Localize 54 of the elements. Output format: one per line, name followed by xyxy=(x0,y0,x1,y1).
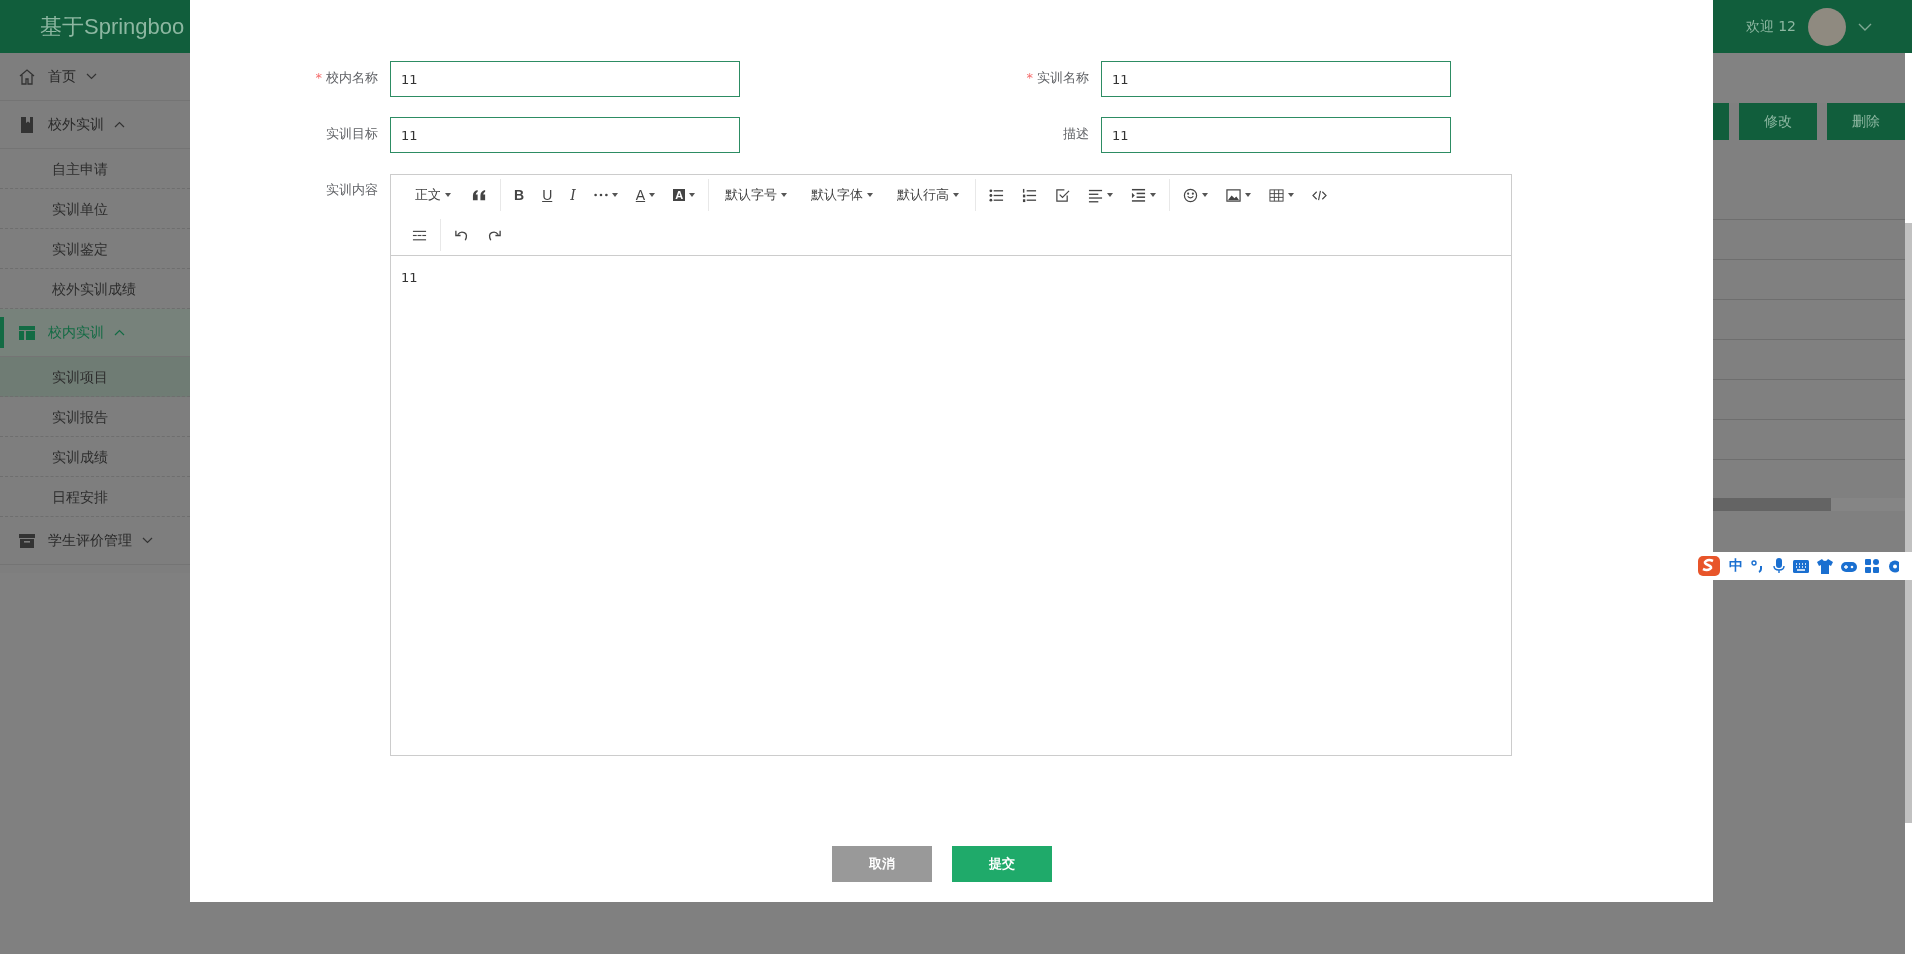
align-left-icon xyxy=(1088,187,1104,203)
field-label: 实训目标 xyxy=(325,125,379,143)
field-label: 实训内容 xyxy=(325,181,379,199)
input-field[interactable]: 11 xyxy=(1101,117,1451,153)
action-button[interactable]: 修改 xyxy=(1739,103,1817,140)
book-icon xyxy=(18,115,36,134)
dropdown-button[interactable]: 默认行高 xyxy=(885,179,972,211)
input-field[interactable]: 11 xyxy=(390,61,740,97)
ime-mode-toggle[interactable]: 中 xyxy=(1729,557,1743,575)
numbered-list-icon xyxy=(1022,187,1038,203)
vertical-scrollbar[interactable] xyxy=(1905,53,1912,954)
chevron-down-icon[interactable] xyxy=(1858,22,1872,31)
chevron-up-icon xyxy=(114,329,125,336)
microphone-icon[interactable] xyxy=(1773,558,1785,574)
table-icon xyxy=(1269,187,1285,203)
ime-logo-icon[interactable] xyxy=(1697,555,1721,577)
dropdown-button[interactable]: 默认字体 xyxy=(799,179,886,211)
format-button[interactable]: A xyxy=(626,179,665,211)
app-title: 基于Springboo xyxy=(40,12,185,41)
submit-button[interactable]: 提交 xyxy=(951,846,1052,882)
format-button[interactable]: U xyxy=(533,179,562,211)
home-icon xyxy=(18,67,36,86)
punctuation-icon[interactable] xyxy=(1751,559,1765,573)
chevron-down-icon xyxy=(86,73,97,80)
quote-icon xyxy=(472,187,487,203)
layout-icon xyxy=(18,323,36,342)
field-label: * 实训名称 xyxy=(1025,69,1090,87)
field-label: 描述 xyxy=(1062,125,1090,143)
more-icon xyxy=(593,193,608,197)
keyboard-icon[interactable] xyxy=(1793,559,1809,573)
chevron-up-icon xyxy=(114,121,125,128)
format-button[interactable]: A xyxy=(664,179,705,211)
cancel-button[interactable]: 取消 xyxy=(831,846,932,882)
input-field[interactable]: 11 xyxy=(1101,61,1451,97)
bulleted-list-icon xyxy=(989,187,1005,203)
editor-text[interactable]: 11 xyxy=(391,256,428,299)
image-icon xyxy=(1226,187,1242,203)
input-field[interactable]: 11 xyxy=(390,117,740,153)
format-button[interactable]: B xyxy=(505,179,534,211)
action-button[interactable]: 删除 xyxy=(1827,103,1905,140)
menu-item[interactable]: 实训项目 xyxy=(0,357,190,397)
indent-icon xyxy=(1131,187,1147,203)
format-button[interactable]: I xyxy=(561,179,585,211)
field-label: * 校内名称 xyxy=(314,69,379,87)
grid-icon[interactable] xyxy=(1865,559,1879,573)
dropdown-button[interactable]: 正文 xyxy=(403,179,463,211)
checkbox-icon xyxy=(1055,187,1071,203)
gamepad-icon[interactable] xyxy=(1841,559,1857,573)
smiley-icon xyxy=(1183,187,1199,203)
dropdown-button[interactable]: 默认字号 xyxy=(713,179,800,211)
welcome-text: 欢迎 12 xyxy=(1745,17,1796,36)
chevron-down-icon xyxy=(142,537,153,544)
shirt-icon[interactable] xyxy=(1817,558,1833,574)
archive-box-icon xyxy=(18,531,36,550)
